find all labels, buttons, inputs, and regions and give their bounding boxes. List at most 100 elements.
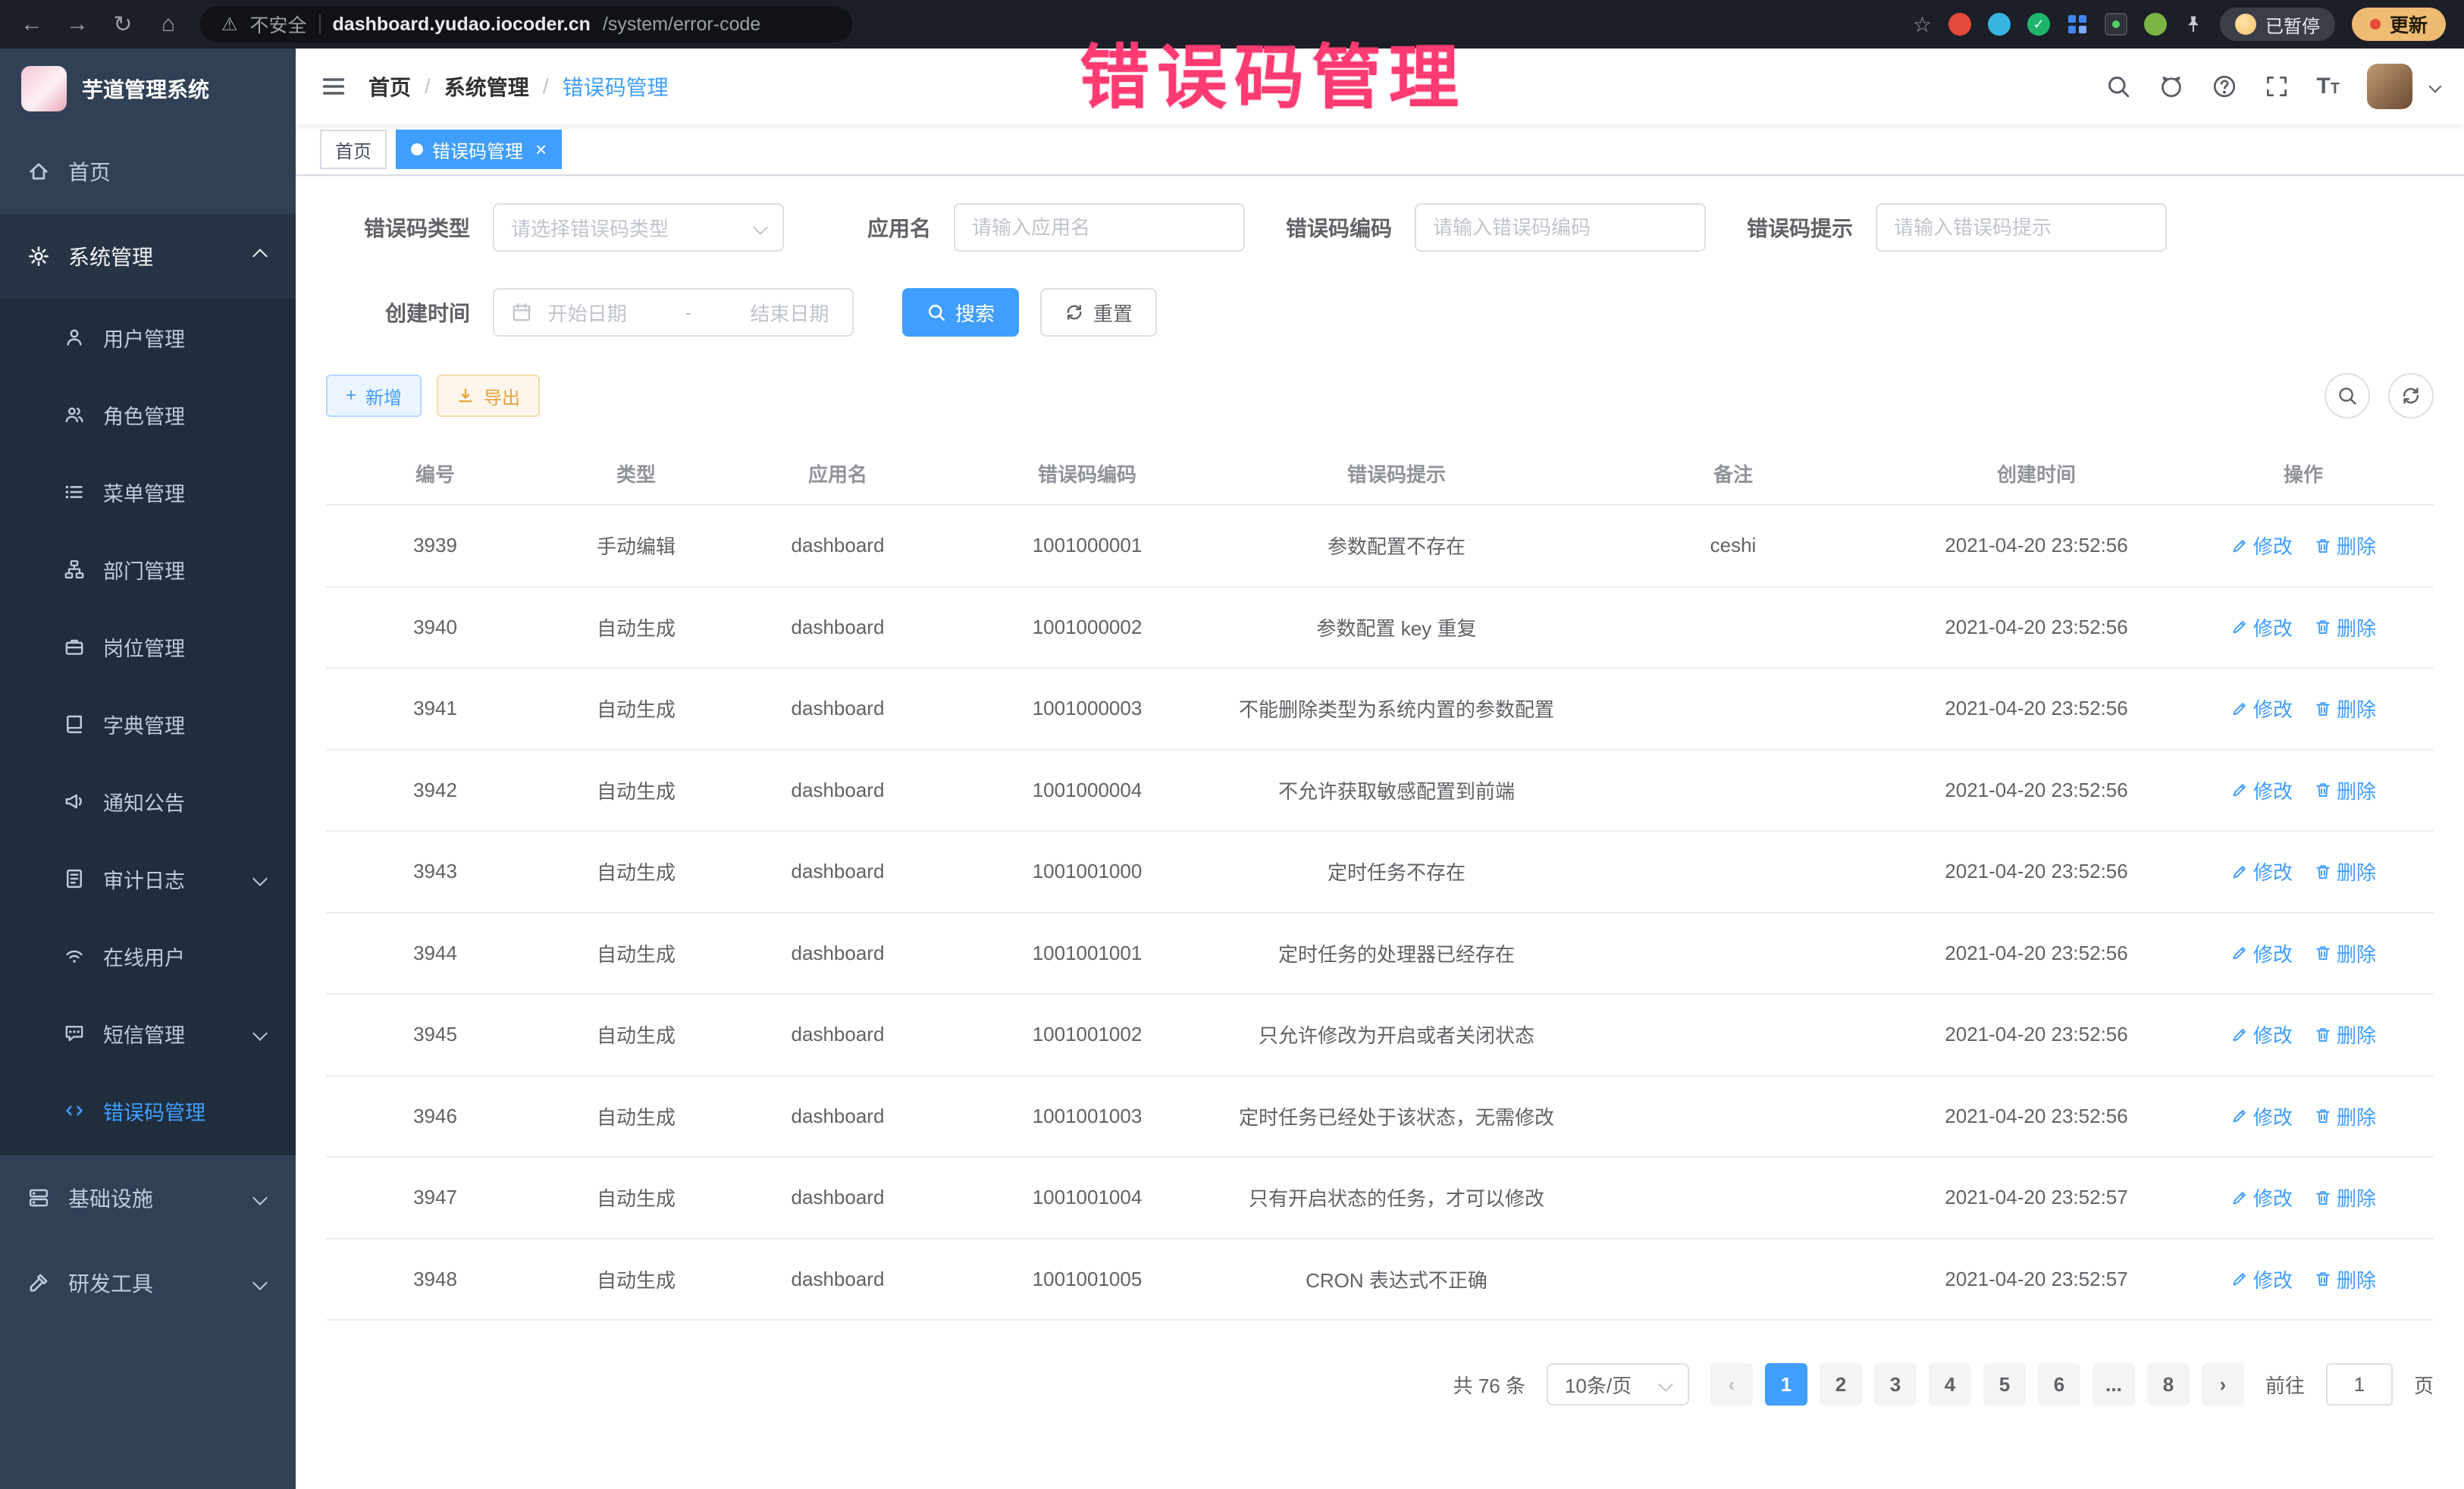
sidebar-item-audit-logs[interactable]: 审计日志: [0, 840, 296, 917]
cell-code: 1001001003: [948, 1076, 1227, 1158]
sidebar-item-dictionary[interactable]: 字典管理: [0, 685, 296, 763]
back-icon[interactable]: ←: [18, 11, 45, 37]
search-button[interactable]: 搜索: [902, 288, 1019, 337]
edit-link[interactable]: 修改: [2230, 694, 2293, 723]
extension-icon-red[interactable]: [1948, 13, 1971, 36]
sidebar-item-menus[interactable]: 菜单管理: [0, 453, 296, 531]
reset-button[interactable]: 重置: [1040, 288, 1157, 337]
pager-page-6[interactable]: 6: [2038, 1363, 2080, 1406]
add-button[interactable]: + 新增: [326, 375, 422, 417]
sidebar-item-departments[interactable]: 部门管理: [0, 531, 296, 608]
delete-link[interactable]: 删除: [2314, 776, 2376, 804]
col-actions: 操作: [2173, 443, 2434, 505]
logo-image: [21, 66, 67, 111]
hamburger-icon[interactable]: [320, 73, 347, 100]
pager-page-1[interactable]: 1: [1765, 1363, 1807, 1406]
extension-icon-badge[interactable]: [2105, 13, 2127, 36]
export-button[interactable]: 导出: [437, 375, 540, 417]
delete-link[interactable]: 删除: [2314, 1183, 2376, 1212]
pager-page-4[interactable]: 4: [1929, 1363, 1971, 1406]
sidebar-item-infrastructure[interactable]: 基础设施: [0, 1155, 296, 1240]
cell-id: 3941: [326, 668, 544, 750]
sidebar-item-error-code[interactable]: 错误码管理: [0, 1072, 296, 1149]
date-range-picker[interactable]: 开始日期 - 结束日期: [493, 288, 854, 337]
pager-page-8[interactable]: 8: [2147, 1363, 2190, 1406]
tab-error-code[interactable]: 错误码管理 ×: [396, 130, 562, 169]
help-icon[interactable]: [2212, 74, 2237, 99]
reload-icon[interactable]: ↻: [109, 11, 136, 38]
user-avatar[interactable]: [2367, 64, 2412, 109]
trash-icon: [2314, 537, 2332, 555]
search-icon[interactable]: [2105, 74, 2131, 99]
edit-link[interactable]: 修改: [2230, 1102, 2293, 1130]
edit-link[interactable]: 修改: [2230, 531, 2293, 560]
pager-page-3[interactable]: 3: [1874, 1363, 1917, 1406]
edit-link[interactable]: 修改: [2230, 1183, 2293, 1212]
plus-icon: +: [346, 385, 356, 406]
extension-icon-green-check[interactable]: ✓: [2027, 13, 2050, 36]
address-bar[interactable]: ⚠ 不安全 dashboard.yudao.iocoder.cn/system/…: [200, 6, 852, 42]
caret-down-icon[interactable]: [2429, 80, 2442, 93]
fullscreen-icon[interactable]: [2265, 74, 2289, 99]
error-hint-input[interactable]: [1894, 216, 2149, 240]
sidebar-item-dev-tools[interactable]: 研发工具: [0, 1240, 296, 1325]
sidebar-item-posts[interactable]: 岗位管理: [0, 608, 296, 685]
delete-link[interactable]: 删除: [2314, 939, 2376, 967]
sidebar-item-system[interactable]: 系统管理: [0, 214, 296, 299]
user-icon: [64, 327, 85, 348]
delete-link[interactable]: 删除: [2314, 1102, 2376, 1130]
profile-paused-button[interactable]: 已暂停: [2220, 8, 2335, 41]
delete-link[interactable]: 删除: [2314, 694, 2376, 723]
pin-icon[interactable]: [2183, 14, 2203, 34]
breadcrumb-system[interactable]: 系统管理: [444, 71, 529, 102]
edit-link[interactable]: 修改: [2230, 857, 2293, 886]
tab-home[interactable]: 首页: [320, 130, 387, 169]
pager-page-5[interactable]: 5: [1983, 1363, 2026, 1406]
sidebar-item-sms[interactable]: 短信管理: [0, 995, 296, 1072]
cell-actions: 修改删除: [2173, 1076, 2434, 1158]
cell-remark: [1566, 587, 1900, 669]
sidebar-item-online-users[interactable]: 在线用户: [0, 917, 296, 995]
app-name-input[interactable]: [972, 216, 1227, 240]
delete-link[interactable]: 删除: [2314, 613, 2376, 641]
table-row: 3940自动生成dashboard1001000002参数配置 key 重复20…: [326, 587, 2434, 669]
edit-link[interactable]: 修改: [2230, 613, 2293, 641]
refresh-table-button[interactable]: [2388, 373, 2434, 418]
sidebar-item-notices[interactable]: 通知公告: [0, 763, 296, 840]
sidebar-logo[interactable]: 芋道管理系统: [0, 49, 296, 129]
cell-id: 3946: [326, 1076, 544, 1158]
pager-next-button[interactable]: ›: [2202, 1363, 2244, 1406]
extension-icon-green[interactable]: [2144, 13, 2167, 36]
toggle-search-button[interactable]: [2324, 373, 2370, 418]
page-size-select[interactable]: 10条/页: [1547, 1363, 1689, 1406]
pager-page-2[interactable]: 2: [1820, 1363, 1862, 1406]
browser-update-button[interactable]: 更新: [2352, 8, 2446, 41]
breadcrumb-home[interactable]: 首页: [368, 71, 411, 102]
edit-link[interactable]: 修改: [2230, 776, 2293, 804]
sidebar-item-users[interactable]: 用户管理: [0, 299, 296, 376]
font-size-icon[interactable]: TT: [2316, 75, 2340, 98]
delete-link[interactable]: 删除: [2314, 1020, 2376, 1049]
extension-icon-grid[interactable]: [2067, 14, 2088, 35]
bookmark-star-icon[interactable]: ☆: [1913, 12, 1932, 37]
error-code-type-select[interactable]: 请选择错误码类型: [493, 203, 784, 252]
delete-link[interactable]: 删除: [2314, 531, 2376, 560]
home-icon[interactable]: ⌂: [155, 11, 182, 37]
edit-link[interactable]: 修改: [2230, 939, 2293, 967]
github-icon[interactable]: [2158, 74, 2184, 99]
extension-icon-blue[interactable]: [1988, 13, 2011, 36]
close-tab-icon[interactable]: ×: [535, 138, 547, 161]
delete-link[interactable]: 删除: [2314, 857, 2376, 886]
edit-link[interactable]: 修改: [2230, 1020, 2293, 1049]
delete-link[interactable]: 删除: [2314, 1265, 2376, 1293]
forward-icon[interactable]: →: [64, 11, 91, 37]
table-row: 3942自动生成dashboard1001000004不允许获取敏感配置到前端2…: [326, 750, 2434, 832]
sidebar-item-home[interactable]: 首页: [0, 129, 296, 214]
error-code-input[interactable]: [1433, 216, 1688, 240]
pager-more-button[interactable]: ...: [2093, 1363, 2135, 1406]
goto-page-input[interactable]: [2326, 1363, 2393, 1406]
sidebar-item-roles[interactable]: 角色管理: [0, 376, 296, 453]
edit-link[interactable]: 修改: [2230, 1265, 2293, 1293]
pager-prev-button[interactable]: ‹: [1710, 1363, 1753, 1406]
cell-id: 3948: [326, 1239, 544, 1321]
